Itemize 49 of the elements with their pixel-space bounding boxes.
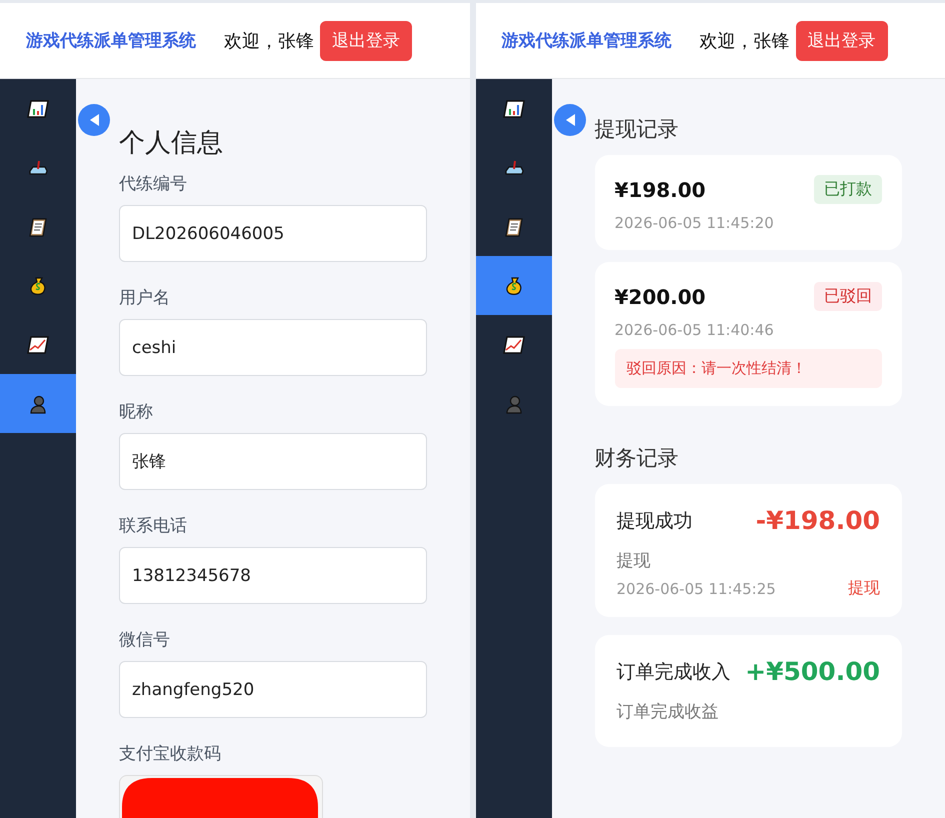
field-label: 用户名 xyxy=(119,287,171,309)
joystick-icon xyxy=(502,158,524,176)
amount: ¥198.00 xyxy=(614,178,706,202)
line-chart-icon xyxy=(27,336,49,354)
clipboard-icon xyxy=(28,216,48,236)
section-title: 财务记录 xyxy=(594,445,680,472)
bar-chart-icon xyxy=(502,100,524,118)
timestamp: 2026-06-05 11:45:20 xyxy=(614,214,775,232)
amount: -¥198.00 xyxy=(756,506,880,535)
amount: ¥200.00 xyxy=(614,284,706,308)
app-title: 游戏代练派单管理系统 xyxy=(26,30,196,52)
record-description: 提现 xyxy=(616,550,652,572)
field-label: 联系电话 xyxy=(119,515,188,537)
app-title: 游戏代练派单管理系统 xyxy=(502,30,672,52)
timestamp: 2026-06-05 11:40:46 xyxy=(614,321,775,339)
line-chart-icon xyxy=(502,336,524,354)
record-type: 提现 xyxy=(848,578,880,599)
record-title: 提现成功 xyxy=(616,508,692,534)
collapse-button[interactable] xyxy=(554,104,586,136)
timestamp: 2026-06-05 11:45:25 xyxy=(616,580,776,598)
logout-button[interactable]: 退出登录 xyxy=(320,20,412,60)
input-field[interactable]: 13812345678 xyxy=(119,547,426,604)
section-title: 提现记录 xyxy=(594,116,680,143)
status-badge: 已驳回 xyxy=(814,282,882,311)
user-icon xyxy=(28,394,48,414)
amount: +¥500.00 xyxy=(745,657,880,686)
field-label: 支付宝收款码 xyxy=(119,743,222,765)
input-field[interactable]: ceshi xyxy=(119,319,426,376)
status-badge: 已打款 xyxy=(814,175,882,204)
field-label: 昵称 xyxy=(119,401,154,423)
joystick-icon xyxy=(27,158,49,176)
logout-button[interactable]: 退出登录 xyxy=(796,20,888,60)
input-field[interactable]: zhangfeng520 xyxy=(119,661,426,718)
record-description: 订单完成收益 xyxy=(616,701,720,723)
money-bag-icon xyxy=(504,276,524,296)
field-label: 代练编号 xyxy=(119,173,188,195)
reject-reason: 驳回原因：请一次性结清！ xyxy=(614,349,882,388)
field-label: 微信号 xyxy=(119,629,171,651)
input-field[interactable]: DL202606046005 xyxy=(119,205,426,262)
input-field[interactable]: 张锋 xyxy=(119,433,426,490)
record-title: 订单完成收入 xyxy=(616,660,730,684)
welcome-text: 欢迎，张锋 xyxy=(700,30,790,52)
collapse-button[interactable] xyxy=(78,104,110,136)
user-icon xyxy=(504,394,524,414)
clipboard-icon xyxy=(504,216,524,236)
bar-chart-icon xyxy=(27,100,49,118)
page-title: 个人信息 xyxy=(119,127,224,160)
money-bag-icon xyxy=(28,276,48,296)
welcome-text: 欢迎，张锋 xyxy=(224,30,314,52)
